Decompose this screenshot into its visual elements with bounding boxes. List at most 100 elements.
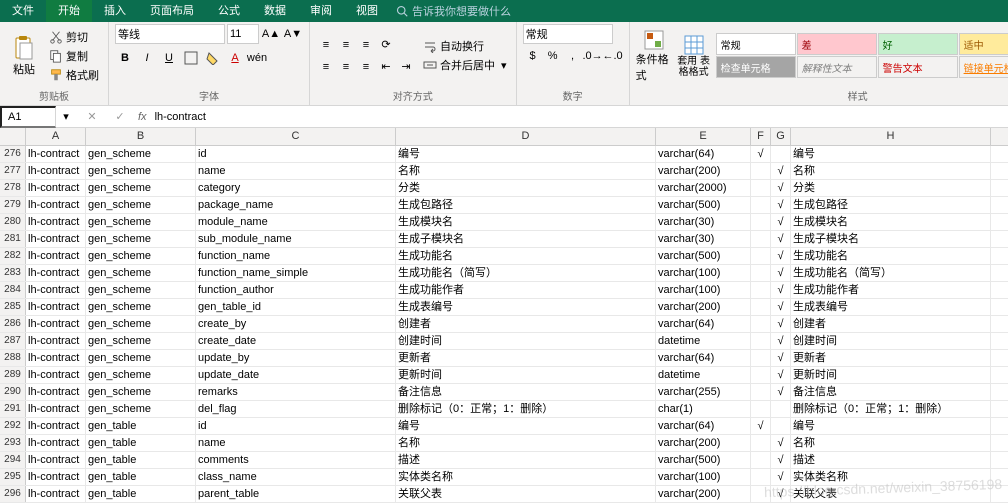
currency-icon[interactable]: $ bbox=[523, 46, 543, 66]
cell[interactable]: lh-contract bbox=[26, 401, 86, 417]
row-header[interactable]: 279 bbox=[0, 197, 26, 213]
cell[interactable]: function_name_simple bbox=[196, 265, 396, 281]
cell[interactable]: gen_scheme bbox=[86, 299, 196, 315]
cell[interactable]: lh-contract bbox=[26, 333, 86, 349]
format-as-table-button[interactable]: 套用 表格格式 bbox=[676, 28, 712, 84]
cell[interactable]: 编号 bbox=[791, 146, 991, 162]
cell[interactable]: 编号 bbox=[396, 418, 656, 434]
cell[interactable]: 名称 bbox=[396, 435, 656, 451]
row-header[interactable]: 289 bbox=[0, 367, 26, 383]
cell[interactable] bbox=[751, 163, 771, 179]
cell[interactable]: varchar(100) bbox=[656, 469, 751, 485]
cell[interactable]: 名称 bbox=[791, 163, 991, 179]
tab-数据[interactable]: 数据 bbox=[252, 0, 298, 22]
paste-button[interactable]: 粘贴 bbox=[6, 28, 42, 84]
cell[interactable]: lh-contract bbox=[26, 146, 86, 162]
cell[interactable]: varchar(200) bbox=[656, 435, 751, 451]
cut-button[interactable]: 剪切 bbox=[46, 28, 102, 46]
cell[interactable]: √ bbox=[751, 418, 771, 434]
tab-页面布局[interactable]: 页面布局 bbox=[138, 0, 206, 22]
cell[interactable]: √ bbox=[771, 333, 791, 349]
align-right-icon[interactable]: ≡ bbox=[356, 57, 376, 77]
cell[interactable]: √ bbox=[771, 452, 791, 468]
cell[interactable]: gen_scheme bbox=[86, 231, 196, 247]
cell[interactable]: √ bbox=[771, 231, 791, 247]
cell[interactable]: remarks bbox=[196, 384, 396, 400]
cell[interactable]: √ bbox=[771, 316, 791, 332]
row-header[interactable]: 291 bbox=[0, 401, 26, 417]
cell-styles-gallery[interactable]: 常规 差 好 适中 计算 检查单元格 解释性文本 警告文本 链接单元格 输出 bbox=[716, 33, 1008, 78]
cell[interactable]: varchar(255) bbox=[656, 384, 751, 400]
cell[interactable]: 描述 bbox=[396, 452, 656, 468]
col-header-A[interactable]: A bbox=[26, 128, 86, 145]
row-header[interactable]: 287 bbox=[0, 333, 26, 349]
cell[interactable]: √ bbox=[771, 435, 791, 451]
cell[interactable]: del_flag bbox=[196, 401, 396, 417]
number-format-select[interactable] bbox=[523, 24, 613, 44]
cell[interactable]: varchar(64) bbox=[656, 316, 751, 332]
cell[interactable]: 创建时间 bbox=[791, 333, 991, 349]
cell[interactable]: 生成功能名（简写） bbox=[791, 265, 991, 281]
cell[interactable]: 生成模块名 bbox=[396, 214, 656, 230]
cell[interactable]: 备注信息 bbox=[396, 384, 656, 400]
row-header[interactable]: 293 bbox=[0, 435, 26, 451]
cell[interactable]: lh-contract bbox=[26, 384, 86, 400]
increase-font-icon[interactable]: A▲ bbox=[261, 24, 281, 44]
cell[interactable]: 分类 bbox=[791, 180, 991, 196]
enter-icon[interactable]: ✓ bbox=[110, 107, 130, 127]
cell[interactable]: varchar(64) bbox=[656, 350, 751, 366]
cell[interactable]: gen_scheme bbox=[86, 248, 196, 264]
cell[interactable]: lh-contract bbox=[26, 435, 86, 451]
cell[interactable]: id bbox=[196, 418, 396, 434]
cell[interactable]: √ bbox=[771, 265, 791, 281]
fx-icon[interactable]: fx bbox=[138, 111, 147, 123]
col-header-H[interactable]: H bbox=[791, 128, 991, 145]
conditional-format-button[interactable]: 条件格式 bbox=[636, 28, 672, 84]
cell[interactable] bbox=[751, 231, 771, 247]
cell[interactable]: 生成功能名 bbox=[396, 248, 656, 264]
cell[interactable]: function_author bbox=[196, 282, 396, 298]
cell[interactable]: 名称 bbox=[396, 163, 656, 179]
col-header-C[interactable]: C bbox=[196, 128, 396, 145]
cell[interactable]: gen_scheme bbox=[86, 367, 196, 383]
cell[interactable]: 删除标记（0：正常；1：删除） bbox=[396, 401, 656, 417]
cell[interactable]: 生成包路径 bbox=[396, 197, 656, 213]
cell[interactable]: update_by bbox=[196, 350, 396, 366]
cell[interactable]: gen_table bbox=[86, 435, 196, 451]
percent-icon[interactable]: % bbox=[543, 46, 563, 66]
cell[interactable]: √ bbox=[771, 299, 791, 315]
copy-button[interactable]: 复制 bbox=[46, 47, 102, 65]
cell[interactable] bbox=[751, 197, 771, 213]
cell[interactable]: √ bbox=[771, 214, 791, 230]
cell[interactable]: 编号 bbox=[791, 418, 991, 434]
cell[interactable]: gen_scheme bbox=[86, 384, 196, 400]
wrap-text-button[interactable]: 自动换行 bbox=[420, 37, 510, 55]
indent-right-icon[interactable]: ⇥ bbox=[396, 57, 416, 77]
cell[interactable] bbox=[771, 401, 791, 417]
orientation-icon[interactable]: ⟳ bbox=[376, 35, 396, 55]
cell[interactable]: 生成表编号 bbox=[791, 299, 991, 315]
col-header-D[interactable]: D bbox=[396, 128, 656, 145]
cell[interactable] bbox=[751, 452, 771, 468]
cell[interactable]: lh-contract bbox=[26, 163, 86, 179]
cell[interactable]: name bbox=[196, 163, 396, 179]
cell[interactable] bbox=[751, 316, 771, 332]
cell[interactable]: lh-contract bbox=[26, 299, 86, 315]
cell[interactable]: √ bbox=[771, 163, 791, 179]
cell[interactable] bbox=[751, 214, 771, 230]
cell[interactable]: 生成功能名（简写） bbox=[396, 265, 656, 281]
cell[interactable]: √ bbox=[751, 146, 771, 162]
row-header[interactable]: 280 bbox=[0, 214, 26, 230]
cell[interactable]: package_name bbox=[196, 197, 396, 213]
cell[interactable]: 更新者 bbox=[396, 350, 656, 366]
cell[interactable]: gen_scheme bbox=[86, 163, 196, 179]
cell[interactable] bbox=[751, 282, 771, 298]
cell[interactable]: comments bbox=[196, 452, 396, 468]
row-header[interactable]: 277 bbox=[0, 163, 26, 179]
tab-开始[interactable]: 开始 bbox=[46, 0, 92, 22]
cell[interactable]: 创建者 bbox=[396, 316, 656, 332]
cell[interactable] bbox=[771, 418, 791, 434]
cell[interactable]: lh-contract bbox=[26, 350, 86, 366]
cell[interactable] bbox=[751, 248, 771, 264]
cell[interactable]: 生成模块名 bbox=[791, 214, 991, 230]
